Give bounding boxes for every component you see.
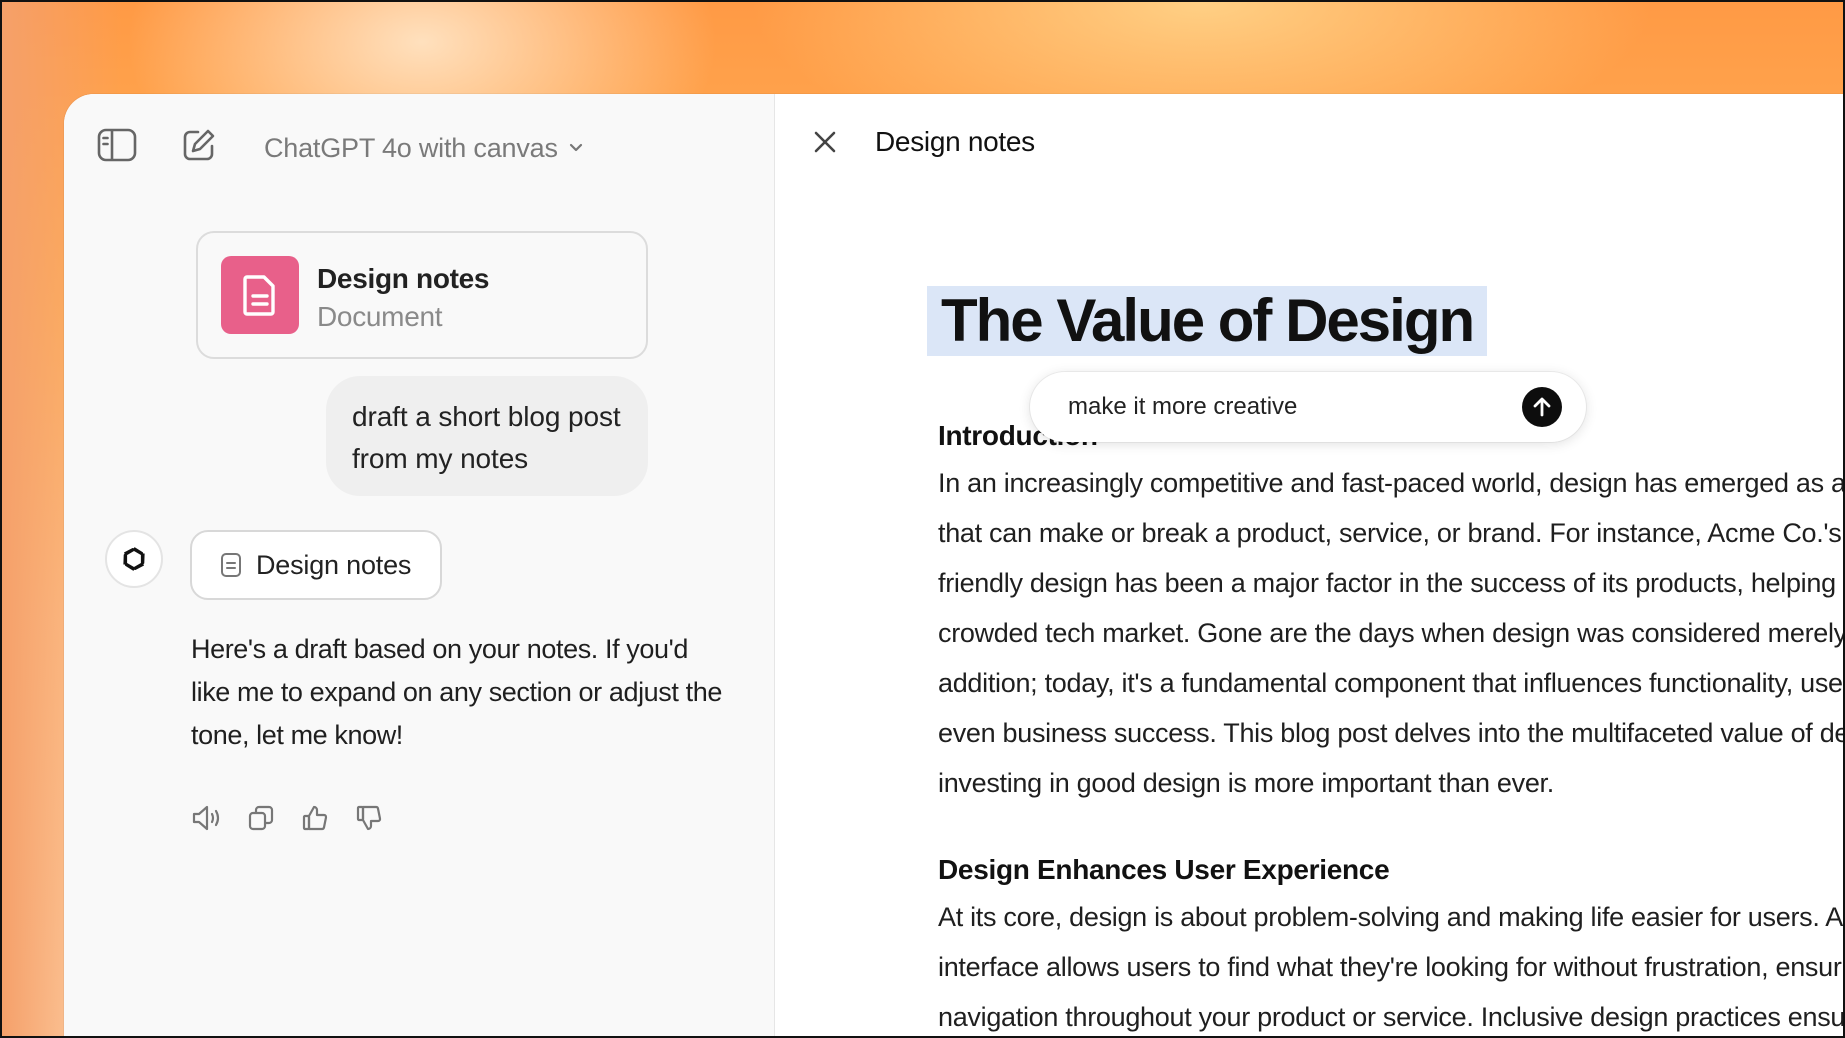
paragraph-line: navigation throughout your product or se… [938,1002,1843,1032]
paragraph-line: that can make or break a product, servic… [938,518,1843,548]
paragraph-line: addition; today, it's a fundamental comp… [938,668,1843,698]
assistant-message: Here's a draft based on your notes. If y… [191,634,722,750]
chevron-down-icon [569,143,582,152]
document-card-type: Document [317,301,443,332]
paragraph-line: interface allows users to find what they… [938,952,1843,982]
section-heading: Design Enhances User Experience [938,854,1390,885]
document-icon [221,256,299,334]
document-small-icon [221,553,241,577]
copy-icon[interactable] [244,801,278,835]
paragraph-line: investing in good design is more importa… [938,768,1554,798]
document-chip[interactable]: Design notes [190,530,442,600]
desktop-background: ChatGPT 4o with canvas Design notes Docu… [2,2,1843,1036]
message-actions [190,801,386,835]
model-selector[interactable]: ChatGPT 4o with canvas [264,128,584,168]
speaker-icon[interactable] [190,801,224,835]
thumbs-up-icon[interactable] [298,801,332,835]
paragraph-line: crowded tech market. Gone are the days w… [938,618,1843,648]
inline-edit-prompt [1030,372,1586,442]
model-name: ChatGPT 4o with canvas [264,132,558,163]
inline-edit-input[interactable] [1068,393,1488,421]
arrow-up-icon [1533,397,1551,417]
chatgpt-logo-icon [105,530,163,588]
document-card-title: Design notes [317,263,490,294]
paragraph-line: even business success. This blog post de… [938,718,1843,748]
canvas-panel: Design notes The Value of Design Introdu… [775,94,1843,1036]
paragraph-line: friendly design has been a major factor … [938,568,1843,598]
document-card[interactable]: Design notes Document [196,231,648,359]
paragraph-line: At its core, design is about problem-sol… [938,902,1843,932]
sidebar-toggle-icon[interactable] [94,122,140,168]
user-message: draft a short blog post from my notes [326,376,648,496]
thumbs-down-icon[interactable] [352,801,386,835]
app-window: ChatGPT 4o with canvas Design notes Docu… [64,94,1843,1036]
send-button[interactable] [1522,387,1562,427]
new-chat-icon[interactable] [176,122,222,168]
document-body[interactable]: Introduction In an increasingly competit… [938,414,1843,1036]
canvas-document-title: Design notes [875,126,1035,157]
chat-panel: ChatGPT 4o with canvas Design notes Docu… [64,94,775,1036]
document-heading[interactable]: The Value of Design [927,286,1488,356]
document-chip-label: Design notes [256,549,412,580]
close-icon[interactable] [805,122,845,162]
paragraph-line: In an increasingly competitive and fast-… [938,468,1843,498]
